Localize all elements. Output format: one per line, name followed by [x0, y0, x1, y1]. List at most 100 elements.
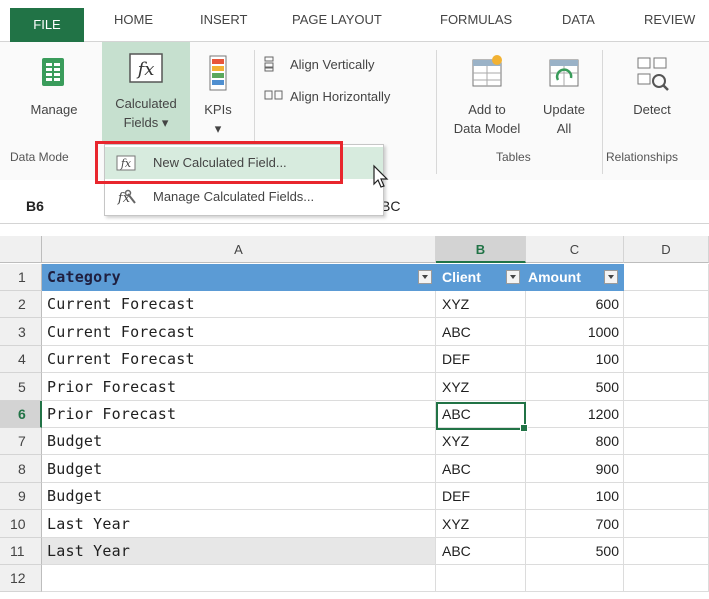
- table-header-amount[interactable]: Amount: [526, 264, 624, 291]
- table-cell[interactable]: Prior Forecast: [42, 373, 436, 401]
- empty-cell[interactable]: [624, 346, 709, 373]
- table-cell[interactable]: 500: [526, 373, 624, 401]
- data-model-icon: [42, 58, 64, 86]
- table-cell[interactable]: 600: [526, 291, 624, 318]
- select-all-corner[interactable]: [0, 236, 42, 263]
- menu-item-manage-calculated-fields[interactable]: fx Manage Calculated Fields...: [105, 181, 383, 213]
- row-header[interactable]: 12: [0, 565, 42, 592]
- row-header-active[interactable]: 6: [0, 401, 42, 428]
- ribbon-divider: [602, 50, 603, 174]
- empty-cell[interactable]: [624, 373, 709, 401]
- empty-cell[interactable]: [436, 565, 526, 592]
- table-cell[interactable]: Last Year: [42, 510, 436, 538]
- table-cell[interactable]: DEF: [436, 346, 526, 373]
- table-cell[interactable]: XYZ: [436, 373, 526, 401]
- table-cell[interactable]: 700: [526, 510, 624, 538]
- table-cell[interactable]: Current Forecast: [42, 346, 436, 373]
- refresh-table-icon: [549, 59, 579, 87]
- tab-home[interactable]: HOME: [114, 12, 153, 27]
- row-header[interactable]: 10: [0, 510, 42, 538]
- tab-review[interactable]: REVIEW: [644, 12, 695, 27]
- column-header-a[interactable]: A: [42, 236, 436, 263]
- table-cell[interactable]: ABC: [436, 318, 526, 346]
- kpis-label: KPIs: [204, 102, 232, 117]
- table-cell[interactable]: Current Forecast: [42, 318, 436, 346]
- menu-item-label: Manage Calculated Fields...: [153, 189, 315, 204]
- table-cell[interactable]: Budget: [42, 428, 436, 455]
- add-to-label-2: Data Model: [453, 121, 521, 136]
- calculated-fields-label-1: Calculated: [115, 96, 177, 111]
- align-vertically-label: Align Vertically: [290, 57, 375, 72]
- table-cell[interactable]: ABC: [436, 455, 526, 483]
- table-cell[interactable]: ABC: [436, 538, 526, 565]
- row-header[interactable]: 3: [0, 318, 42, 346]
- empty-cell[interactable]: [526, 565, 624, 592]
- tab-insert[interactable]: INSERT: [200, 12, 247, 27]
- detect-label: Detect: [633, 102, 671, 117]
- table-cell[interactable]: XYZ: [436, 428, 526, 455]
- table-cell[interactable]: Prior Forecast: [42, 401, 436, 428]
- tab-page-layout[interactable]: PAGE LAYOUT: [292, 12, 382, 27]
- row-header[interactable]: 11: [0, 538, 42, 565]
- align-vertically-icon: [264, 56, 274, 72]
- filter-dropdown-icon[interactable]: [506, 270, 520, 284]
- empty-cell[interactable]: [624, 565, 709, 592]
- empty-cell[interactable]: [624, 291, 709, 318]
- row-header[interactable]: 7: [0, 428, 42, 455]
- table-cell[interactable]: DEF: [436, 483, 526, 510]
- calculated-fields-button[interactable]: fx Calculated Fields ▾: [104, 50, 188, 132]
- table-cell[interactable]: XYZ: [436, 510, 526, 538]
- header-label: Amount: [528, 269, 581, 285]
- table-cell[interactable]: Current Forecast: [42, 291, 436, 318]
- group-label-data-model: Data Mode: [10, 150, 69, 164]
- table-cell[interactable]: 100: [526, 346, 624, 373]
- row-header[interactable]: 8: [0, 455, 42, 483]
- table-cell[interactable]: 500: [526, 538, 624, 565]
- column-header-d[interactable]: D: [624, 236, 709, 263]
- manage-button[interactable]: Manage: [16, 54, 92, 119]
- table-cell[interactable]: XYZ: [436, 291, 526, 318]
- empty-cell[interactable]: [624, 510, 709, 538]
- align-vertically-button[interactable]: Align Vertically: [264, 56, 375, 72]
- table-cell[interactable]: 1000: [526, 318, 624, 346]
- empty-cell[interactable]: [624, 318, 709, 346]
- empty-cell[interactable]: [624, 428, 709, 455]
- row-header[interactable]: 1: [0, 264, 42, 291]
- row-header[interactable]: 4: [0, 346, 42, 373]
- column-header-b[interactable]: B: [436, 236, 526, 263]
- table-cell[interactable]: 900: [526, 455, 624, 483]
- empty-cell[interactable]: [624, 455, 709, 483]
- kpis-dropdown-arrow: ▾: [214, 121, 222, 136]
- manage-label: Manage: [30, 102, 78, 117]
- table-cell[interactable]: Budget: [42, 483, 436, 510]
- tab-formulas[interactable]: FORMULAS: [440, 12, 512, 27]
- update-all-button[interactable]: Update All: [536, 54, 592, 138]
- table-cell[interactable]: 100: [526, 483, 624, 510]
- empty-cell[interactable]: [624, 538, 709, 565]
- empty-cell[interactable]: [624, 264, 709, 291]
- align-horizontally-button[interactable]: Align Horizontally: [264, 88, 390, 104]
- table-header-client[interactable]: Client: [436, 264, 526, 291]
- filter-dropdown-icon[interactable]: [604, 270, 618, 284]
- column-header-c[interactable]: C: [526, 236, 624, 263]
- empty-cell[interactable]: [42, 565, 436, 592]
- table-cell[interactable]: 1200: [526, 401, 624, 428]
- update-label-1: Update: [543, 102, 585, 117]
- empty-cell[interactable]: [624, 483, 709, 510]
- tab-file[interactable]: FILE: [10, 8, 84, 42]
- table-header-category[interactable]: Category: [42, 264, 436, 291]
- kpis-button[interactable]: KPIs ▾: [196, 54, 240, 138]
- table-cell[interactable]: 800: [526, 428, 624, 455]
- table-cell[interactable]: Last Year: [42, 538, 436, 565]
- align-horizontally-icon: [264, 90, 283, 100]
- detect-button[interactable]: Detect: [616, 54, 688, 119]
- empty-cell[interactable]: [624, 401, 709, 428]
- add-to-data-model-button[interactable]: Add to Data Model: [440, 54, 534, 138]
- row-header[interactable]: 2: [0, 291, 42, 318]
- tab-data[interactable]: DATA: [562, 12, 595, 27]
- filter-dropdown-icon[interactable]: [418, 270, 432, 284]
- svg-text:fx: fx: [136, 59, 155, 80]
- row-header[interactable]: 9: [0, 483, 42, 510]
- row-header[interactable]: 5: [0, 373, 42, 401]
- table-cell[interactable]: Budget: [42, 455, 436, 483]
